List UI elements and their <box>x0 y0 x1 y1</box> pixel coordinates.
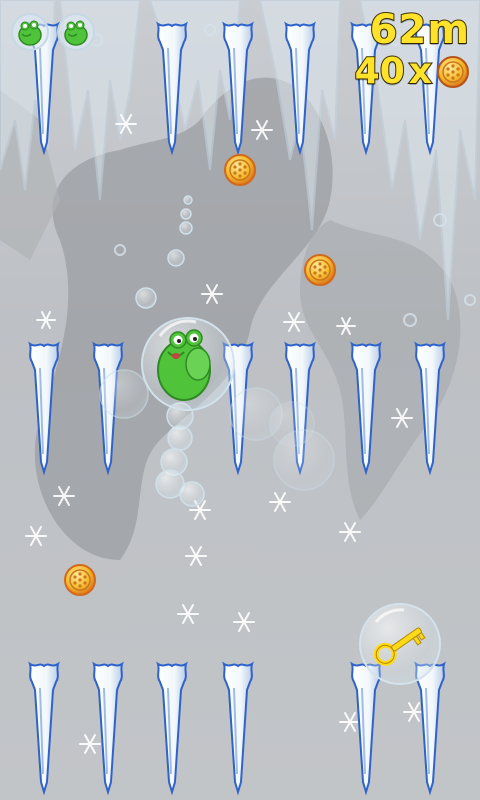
coin <box>304 254 336 286</box>
distance-unit: m <box>426 7 470 53</box>
coin-multiplier: x <box>408 51 433 93</box>
coin-icon <box>437 56 469 88</box>
distance-value: 62 <box>369 7 428 53</box>
distance-counter: 62m <box>355 7 470 53</box>
frog-life-icon <box>57 13 95 51</box>
coin-count: 40 <box>354 51 406 93</box>
lives-indicator <box>10 12 96 52</box>
player-frog-bubble <box>141 317 235 411</box>
coin-counter: 40 x <box>354 51 470 93</box>
coin <box>224 154 256 186</box>
frog-life-icon <box>11 13 49 51</box>
game-objects <box>64 154 441 685</box>
coin <box>64 564 96 596</box>
key-bubble <box>359 603 441 685</box>
game-screen[interactable]: 62m 40 x <box>0 0 480 800</box>
score-hud: 62m 40 x <box>354 7 470 93</box>
